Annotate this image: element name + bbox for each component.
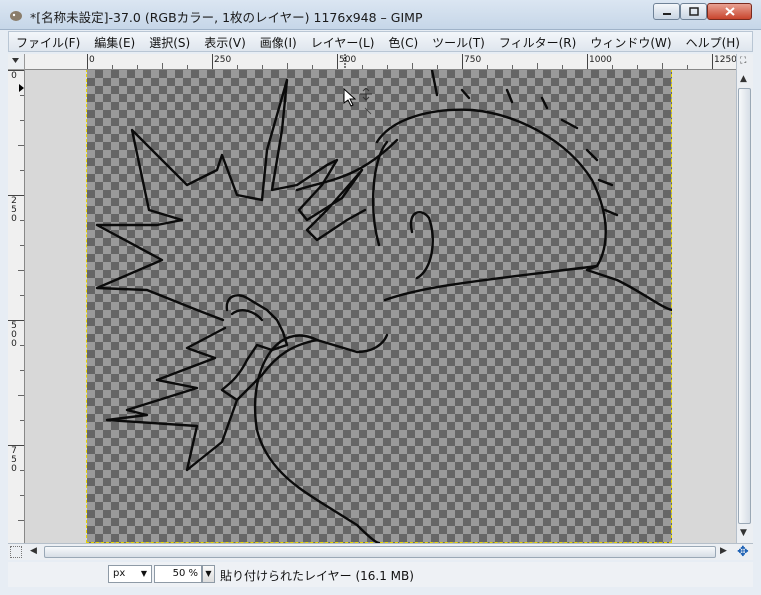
scroll-right-arrow-icon[interactable]: ▶ — [720, 546, 727, 556]
horizontal-scrollbar[interactable]: ◀ ▶ — [8, 543, 753, 560]
fist — [225, 294, 289, 362]
menu-tools[interactable]: ツール(T) — [425, 32, 492, 51]
status-message: 貼り付けられたレイヤー (16.1 MB) — [220, 569, 414, 583]
chevron-down-icon: ▼ — [140, 569, 147, 578]
horizontal-scroll-thumb[interactable] — [44, 546, 716, 558]
status-bar: px ▼ 50 % ▼ 貼り付けられたレイヤー (16.1 MB) — [8, 562, 753, 587]
minimize-icon — [662, 12, 671, 15]
menu-filters[interactable]: フィルター(R) — [492, 32, 583, 51]
menu-select[interactable]: 選択(S) — [142, 32, 197, 51]
vertical-ruler[interactable]: 0 250 500 750 — [8, 70, 25, 543]
maximize-button[interactable] — [680, 3, 707, 20]
shoulder-back-line — [253, 334, 381, 543]
line-art-drawing — [95, 70, 672, 543]
zoom-dropdown-button[interactable]: ▼ — [202, 565, 215, 583]
arm — [220, 333, 389, 402]
menu-edit[interactable]: 編集(E) — [87, 32, 142, 51]
navigate-icon[interactable]: ✥ — [737, 544, 749, 560]
ruler-label: 250 — [214, 55, 232, 65]
explosion-lower-edge — [105, 326, 239, 472]
unit-value: px — [113, 568, 126, 579]
unit-select[interactable]: px ▼ — [108, 565, 152, 583]
scroll-down-arrow-icon[interactable]: ▼ — [740, 528, 747, 538]
scroll-up-arrow-icon[interactable]: ▲ — [740, 74, 747, 84]
window-title: *[名称未設定]-37.0 (RGBカラー, 1枚のレイヤー) 1176x948… — [30, 10, 423, 25]
ruler-label: 500 — [339, 55, 357, 65]
ruler-label: 1000 — [589, 55, 612, 65]
menu-layer[interactable]: レイヤー(L) — [304, 32, 382, 51]
ruler-label: 0 — [11, 71, 17, 81]
triangle-icon — [12, 58, 19, 63]
gimp-icon — [10, 11, 22, 21]
vertical-scrollbar[interactable]: ⛶ ▲ ▼ — [736, 54, 753, 543]
ruler-corner-menu-button[interactable] — [8, 54, 25, 70]
minimize-button[interactable] — [653, 3, 680, 20]
title-bar: *[名称未設定]-37.0 (RGBカラー, 1枚のレイヤー) 1176x948… — [0, 0, 761, 30]
pointer-marker — [19, 84, 24, 92]
fist-knuckle — [230, 309, 264, 322]
canvas-area[interactable] — [25, 70, 736, 543]
menu-bar: ファイル(F) 編集(E) 選択(S) 表示(V) 画像(I) レイヤー(L) … — [8, 31, 753, 52]
neck-line — [383, 264, 599, 302]
ruler-label: 1250 — [714, 55, 736, 65]
scroll-left-arrow-icon[interactable]: ◀ — [30, 546, 37, 556]
ruler-label: 500 — [11, 321, 17, 349]
menu-colors[interactable]: 色(C) — [381, 32, 425, 51]
hair-spikes — [430, 70, 619, 217]
quick-mask-icon[interactable] — [10, 546, 22, 558]
menu-windows[interactable]: ウィンドウ(W) — [583, 32, 678, 51]
horizontal-ruler[interactable]: 0 250 500 750 1000 1250 — [25, 54, 736, 70]
move-cursor-icon — [343, 88, 372, 115]
ruler-ticks — [87, 54, 713, 69]
zoom-image-when-window-size-changes-icon[interactable]: ⛶ — [740, 56, 746, 66]
vertical-scroll-thumb[interactable] — [738, 88, 751, 524]
chevron-down-icon: ▼ — [205, 569, 212, 578]
menu-image[interactable]: 画像(I) — [253, 32, 304, 51]
explosion-upper-edge — [95, 78, 367, 322]
menu-help[interactable]: ヘルプ(H) — [679, 32, 747, 51]
ruler-label: 750 — [11, 446, 17, 474]
menu-file[interactable]: ファイル(F) — [9, 32, 87, 51]
zoom-combo[interactable]: 50 % ▼ — [154, 565, 216, 583]
zoom-field[interactable]: 50 % — [154, 565, 202, 583]
ruler-label: 750 — [464, 55, 482, 65]
close-icon — [724, 7, 735, 16]
ear — [409, 211, 434, 280]
ruler-label: 0 — [89, 55, 95, 65]
close-button[interactable] — [707, 3, 752, 20]
menu-view[interactable]: 表示(V) — [197, 32, 253, 51]
ruler-label: 250 — [11, 196, 17, 224]
maximize-icon — [688, 7, 699, 16]
head-outline — [375, 108, 672, 312]
